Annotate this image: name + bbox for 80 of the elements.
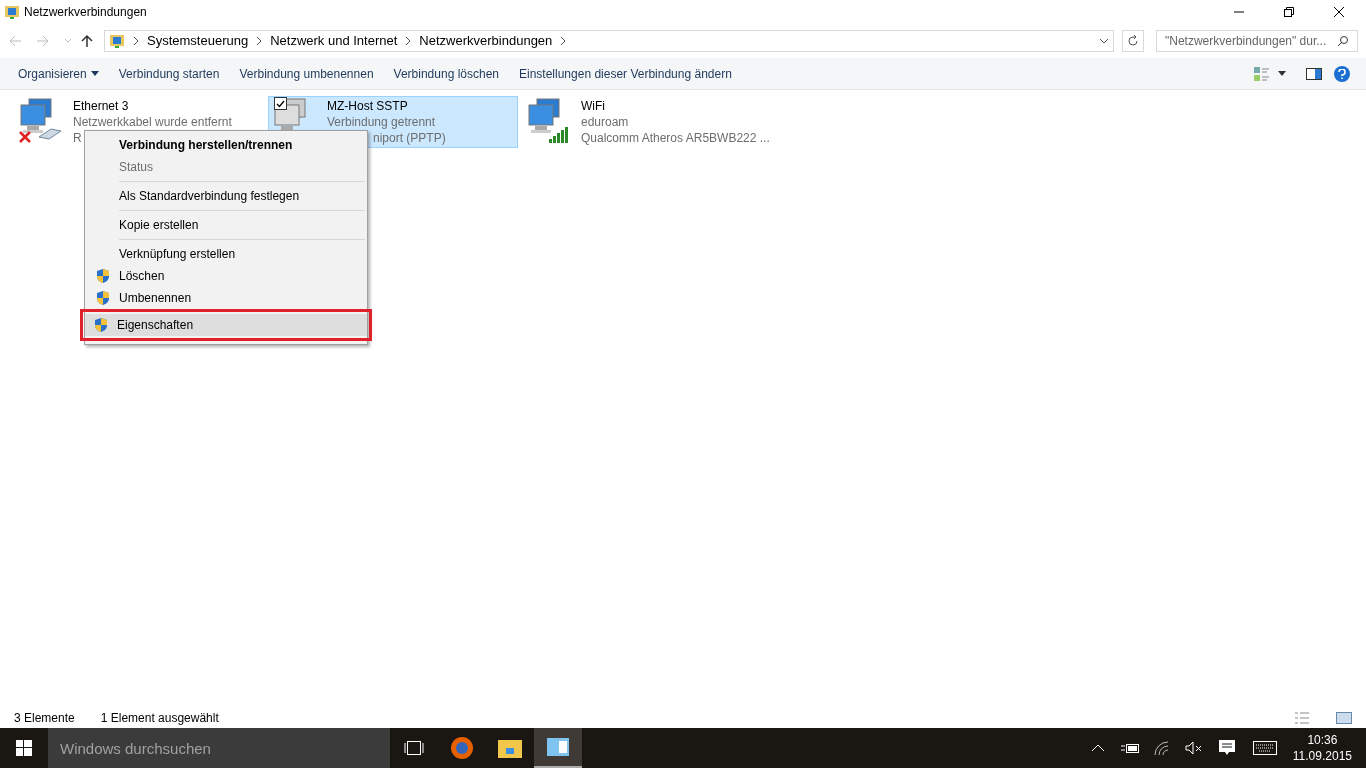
search-icon — [1337, 35, 1349, 47]
checkbox[interactable] — [274, 97, 287, 110]
details-view-icon — [1294, 711, 1310, 725]
caret-icon — [1278, 71, 1286, 76]
up-arrow-icon — [80, 34, 94, 48]
connection-name: MZ-Host SSTP — [327, 98, 409, 114]
toolbar-button[interactable]: Verbindung löschen — [383, 59, 509, 88]
menu-item-label: Eigenschaften — [117, 317, 194, 334]
cable-plug-icon — [37, 127, 63, 141]
toolbar-button[interactable]: Verbindung starten — [108, 59, 230, 88]
toolbar-button[interactable]: Einstellungen dieser Verbindung ändern — [509, 59, 742, 88]
globe-icon — [450, 736, 474, 760]
toolbar-button[interactable]: Organisieren — [8, 59, 109, 88]
refresh-button[interactable] — [1122, 30, 1144, 52]
connection-status: Netzwerkkabel wurde entfernt — [73, 114, 232, 130]
shield-icon — [93, 317, 109, 333]
folder-icon — [498, 738, 522, 758]
menu-item-label: Kopie erstellen — [119, 217, 199, 234]
close-icon — [1334, 7, 1344, 17]
breadcrumb[interactable]: Systemsteuerung — [147, 31, 249, 51]
forward-arrow-icon — [36, 34, 50, 48]
large-icons-view-icon — [1336, 711, 1352, 725]
speaker-muted-icon[interactable] — [1184, 741, 1203, 755]
chevron-right-icon[interactable] — [256, 37, 263, 45]
menu-item[interactable]: Verknüpfung erstellen — [87, 243, 365, 265]
view-icon — [1254, 66, 1270, 81]
back-arrow-icon — [8, 34, 22, 48]
address-bar[interactable]: Systemsteuerung Netzwerk und Internet Netzwerkverbindungen — [104, 30, 1114, 52]
chevron-down-icon[interactable] — [1099, 37, 1109, 45]
task-view-icon — [404, 741, 424, 755]
menu-item[interactable]: Eigenschaften — [85, 314, 367, 336]
restore-icon — [1284, 7, 1294, 17]
network-folder-icon — [109, 33, 125, 49]
connection-device: niport (PPTP) — [372, 130, 446, 146]
connection-status: eduroam — [581, 114, 630, 130]
chevron-right-icon[interactable] — [405, 37, 412, 45]
breadcrumb[interactable]: Netzwerk und Internet — [270, 31, 398, 51]
connection-item[interactable]: WiFi eduroam Qualcomm Atheros AR5BWB222 ... — [522, 96, 772, 148]
menu-item[interactable]: Als Standardverbindung festlegen — [87, 185, 365, 214]
shield-icon — [95, 290, 111, 306]
breadcrumb[interactable]: Netzwerkverbindungen — [419, 31, 553, 51]
shield-icon — [95, 268, 111, 284]
refresh-icon — [1127, 35, 1139, 47]
menu-item-label: Löschen — [119, 268, 165, 285]
chevron-right-icon[interactable] — [133, 37, 139, 45]
caret-icon — [90, 71, 99, 76]
menu-item[interactable]: Kopie erstellen — [87, 214, 365, 243]
menu-item-label: Umbenennen — [119, 290, 192, 307]
large-icons-view-button[interactable] — [1336, 711, 1352, 725]
menu-item-label: Verknüpfung erstellen — [119, 246, 236, 263]
menu-item[interactable]: Löschen — [87, 265, 365, 287]
notifications-icon[interactable] — [1218, 740, 1235, 756]
wifi-icon[interactable] — [1152, 740, 1171, 756]
windows-logo-icon — [16, 740, 32, 756]
keyboard-icon[interactable] — [1252, 741, 1277, 755]
taskbar-search-field[interactable]: Windows durchsuchen — [48, 728, 390, 768]
battery-icon[interactable] — [1120, 742, 1139, 754]
connection-name: WiFi — [581, 98, 606, 114]
toolbar-button[interactable]: Verbindung umbenennen — [229, 59, 384, 88]
connection-status: Verbindung getrennt — [327, 114, 437, 130]
question-mark-icon — [1338, 68, 1346, 79]
help-button[interactable] — [1334, 65, 1350, 82]
menu-item-label: Status — [119, 159, 154, 176]
preview-pane-icon — [1306, 67, 1322, 80]
window-title: Netzwerkverbindungen — [24, 4, 147, 21]
menu-item[interactable]: Umbenennen — [87, 287, 365, 309]
selection-count: 1 Element ausgewählt — [100, 710, 219, 727]
connection-name: Ethernet 3 — [73, 98, 130, 114]
signal-bars-icon — [549, 127, 569, 143]
clock[interactable]: 10:36 11.09.2015 — [1284, 732, 1360, 764]
chevron-up-icon[interactable] — [1090, 744, 1105, 752]
network-folder-icon — [4, 4, 20, 20]
network-app-icon[interactable] — [534, 728, 582, 768]
chevron-right-icon[interactable] — [560, 37, 567, 45]
connection-device: Qualcomm Atheros AR5BWB222 ... — [581, 130, 770, 146]
error-x-icon — [19, 131, 31, 143]
menu-item-label: Als Standardverbindung festlegen — [119, 188, 300, 205]
search-field[interactable]: "Netzwerkverbindungen" dur... — [1156, 30, 1358, 52]
window-icon — [547, 738, 569, 756]
item-count: 3 Elemente — [14, 710, 75, 727]
